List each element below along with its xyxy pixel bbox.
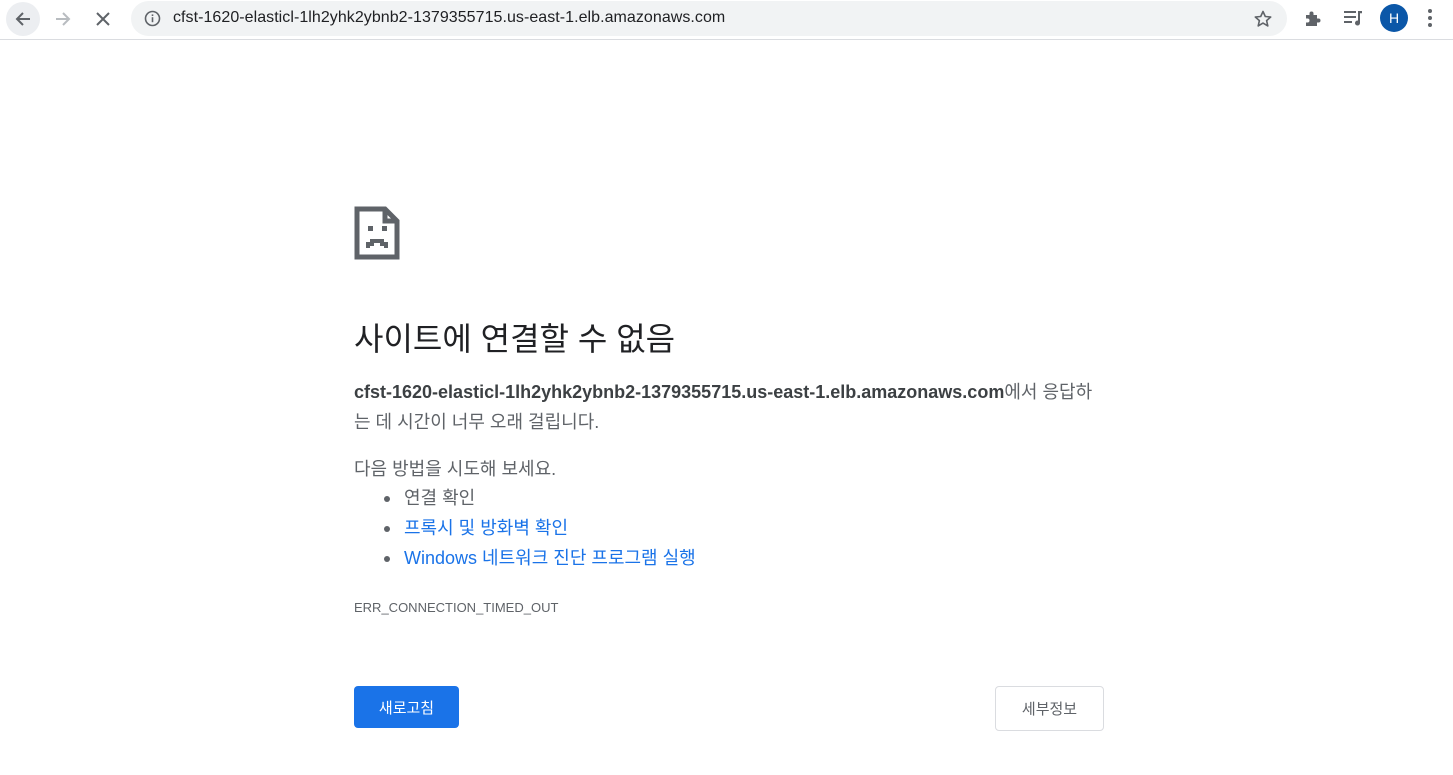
- error-code: ERR_CONNECTION_TIMED_OUT: [354, 600, 559, 615]
- avatar-initial: H: [1388, 10, 1400, 26]
- suggestion-check-connection: 연결 확인: [382, 483, 696, 513]
- forward-arrow-icon: [56, 12, 71, 26]
- browser-toolbar: cfst-1620-elasticl-1lh2yhk2ybnb2-1379355…: [0, 0, 1453, 40]
- sad-document-icon: [354, 206, 400, 260]
- error-description: cfst-1620-elasticl-1lh2yhk2ybnb2-1379355…: [354, 377, 1104, 437]
- forward-button[interactable]: [46, 2, 80, 36]
- media-control-icon[interactable]: [1342, 7, 1364, 29]
- error-host: cfst-1620-elasticl-1lh2yhk2ybnb2-1379355…: [354, 382, 1005, 402]
- suggestions-intro: 다음 방법을 시도해 보세요.: [354, 459, 557, 479]
- address-bar[interactable]: cfst-1620-elasticl-1lh2yhk2ybnb2-1379355…: [131, 1, 1287, 36]
- suggestion-check-proxy-link[interactable]: 프록시 및 방화벽 확인: [382, 513, 696, 543]
- kebab-menu-icon[interactable]: [1427, 8, 1433, 28]
- details-button[interactable]: 세부정보: [995, 686, 1104, 731]
- back-arrow-icon: [15, 12, 30, 26]
- error-heading: 사이트에 연결할 수 없음: [354, 321, 676, 357]
- suggestions-list: 연결 확인 프록시 및 방화벽 확인 Windows 네트워크 진단 프로그램 …: [382, 483, 696, 573]
- address-bar-url[interactable]: cfst-1620-elasticl-1lh2yhk2ybnb2-1379355…: [173, 9, 725, 27]
- bookmark-star-icon[interactable]: [1253, 9, 1273, 29]
- stop-loading-button[interactable]: [86, 2, 120, 36]
- profile-avatar[interactable]: H: [1380, 4, 1408, 32]
- extensions-puzzle-icon[interactable]: [1302, 7, 1324, 29]
- site-info-icon[interactable]: [144, 10, 161, 27]
- suggestion-run-diagnostics-link[interactable]: Windows 네트워크 진단 프로그램 실행: [382, 543, 696, 573]
- reload-button[interactable]: 새로고침: [354, 686, 459, 728]
- stop-loading-icon: [96, 12, 110, 26]
- back-button[interactable]: [6, 2, 40, 36]
